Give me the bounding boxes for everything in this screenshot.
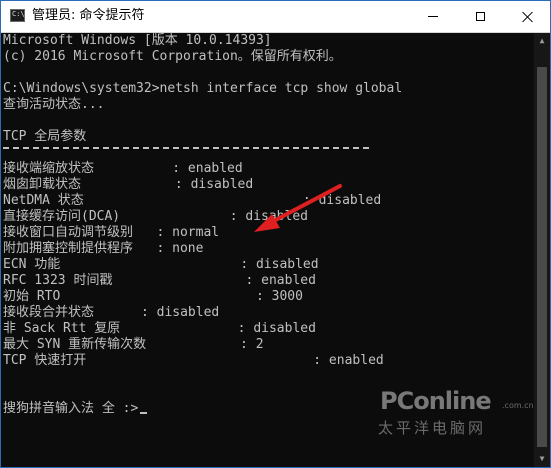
title-bar[interactable]: C:\ 管理员: 命令提示符: [1, 1, 550, 33]
console-line: C:\Windows\system32>netsh interface tcp …: [3, 81, 403, 96]
console-line: 初始 RTO : 3000: [3, 289, 303, 304]
close-button[interactable]: [504, 1, 550, 32]
console-line: Microsoft Windows [版本 10.0.14393]: [3, 33, 272, 48]
console-line: 直接缓存访问(DCA) : disabled: [3, 209, 308, 224]
console-line: 接收段合并状态 : disabled: [3, 305, 220, 320]
maximize-button[interactable]: [457, 1, 503, 32]
console-line: 查询活动状态...: [3, 97, 105, 112]
console-line: 非 Sack Rtt 复原 : disabled: [3, 321, 316, 336]
console-line: ECN 功能 : disabled: [3, 257, 319, 272]
console-line: NetDMA 状态 : disabled: [3, 193, 382, 208]
cmd-app-icon[interactable]: C:\: [10, 9, 25, 22]
console-line: RFC 1323 时间戳 : enabled: [3, 273, 316, 288]
separator-line: [3, 147, 369, 149]
console-line: 接收窗口自动调节级别 : normal: [3, 225, 220, 240]
app-icon-glyph: C:\: [12, 10, 25, 18]
vertical-scrollbar[interactable]: ▲ ▼: [534, 33, 550, 467]
console-line: 附加拥塞控制提供程序 : none: [3, 241, 204, 256]
console-line: 烟囱卸载状态 : disabled: [3, 177, 254, 192]
console-line: (c) 2016 Microsoft Corporation。保留所有权利。: [3, 49, 342, 64]
console-line: 接收端缩放状态 : enabled: [3, 161, 243, 176]
ime-status-line: 搜狗拼音输入法 全 :>: [3, 401, 148, 417]
minimize-button[interactable]: [410, 1, 456, 32]
console-line: TCP 全局参数: [3, 129, 87, 144]
minimize-icon: [428, 16, 438, 17]
watermark-subtitle: 太平洋电脑网: [378, 419, 487, 437]
text-cursor: [140, 412, 148, 414]
scrollbar-thumb[interactable]: [537, 67, 547, 447]
watermark-domain: .com.cn: [502, 401, 534, 410]
close-icon: [522, 11, 533, 22]
console-line: 最大 SYN 重新传输次数 : 2: [3, 337, 264, 352]
ime-status-text: 搜狗拼音输入法 全 :>: [3, 401, 139, 416]
maximize-icon: [475, 12, 485, 21]
console-line: TCP 快速打开 : enabled: [3, 353, 384, 368]
scroll-up-arrow-icon[interactable]: ▲: [534, 33, 550, 49]
window-title: 管理员: 命令提示符: [32, 8, 145, 23]
scroll-down-arrow-icon[interactable]: ▼: [534, 451, 550, 467]
